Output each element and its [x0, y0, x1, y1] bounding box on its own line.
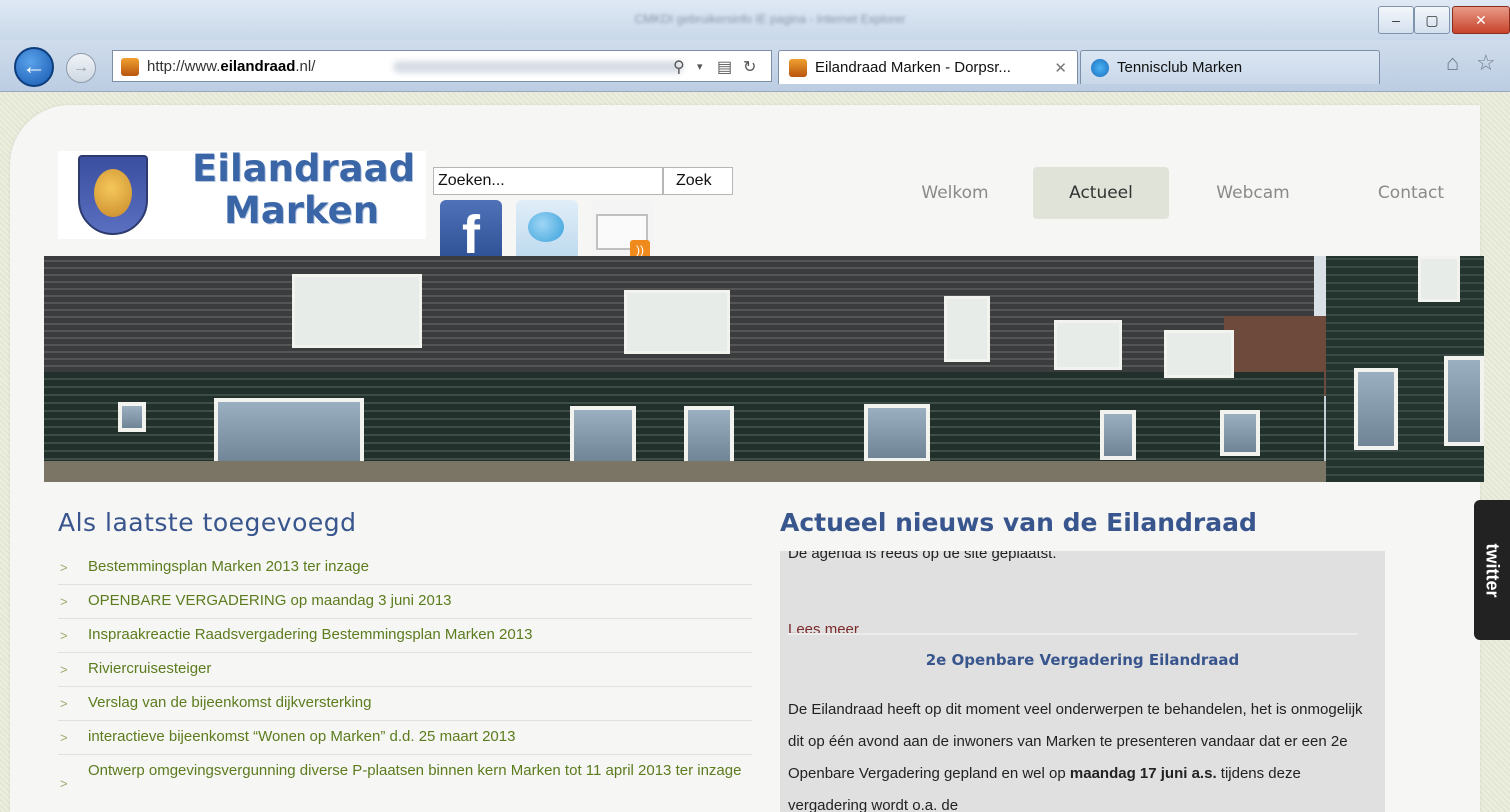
site-search-input[interactable] [433, 167, 663, 195]
nav-welkom[interactable]: Welkom [895, 167, 1015, 219]
maximize-button[interactable]: ▢ [1414, 6, 1450, 34]
divider [788, 633, 1358, 635]
close-window-button[interactable]: ✕ [1452, 6, 1510, 34]
latest-added-list: > Bestemmingsplan Marken 2013 ter inzage … [58, 551, 752, 791]
compatibility-view-icon[interactable]: ▤ [717, 57, 732, 77]
site-favicon-icon [121, 58, 139, 76]
home-icon[interactable]: ⌂ [1446, 50, 1459, 76]
address-bar[interactable]: http://www.eilandraad.nl/ ⚲ ▾ ▤ ↻ [112, 50, 772, 82]
list-item[interactable]: > interactieve bijeenkomst “Wonen op Mark… [58, 721, 752, 755]
site-logo[interactable]: Eilandraad Marken [58, 147, 426, 239]
refresh-icon[interactable]: ↻ [743, 57, 756, 77]
twitter-bird-icon[interactable] [516, 200, 578, 262]
nav-contact[interactable]: Contact [1346, 167, 1476, 219]
nav-actueel[interactable]: Actueel [1033, 167, 1169, 219]
bullet-icon: > [60, 696, 68, 711]
article-body: De Eilandraad heeft op dit moment veel o… [788, 701, 1363, 812]
bullet-icon: > [60, 730, 68, 745]
logo-title-line1: Eilandraad [192, 147, 416, 190]
news-panel: De agenda is reeds op de site geplaatst.… [780, 551, 1385, 812]
latest-added-heading: Als laatste toegevoegd [58, 508, 357, 537]
twitter-side-tab[interactable]: twitter [1474, 500, 1510, 640]
browser-navbar: ← → http://www.eilandraad.nl/ ⚲ ▾ ▤ ↻ Ei… [0, 40, 1510, 92]
list-item[interactable]: > Bestemmingsplan Marken 2013 ter inzage [58, 551, 752, 585]
bird-shape [528, 212, 564, 242]
logo-title-line2: Marken [224, 189, 380, 232]
address-url[interactable]: http://www.eilandraad.nl/ [147, 58, 315, 75]
tab-label: Tennisclub Marken [1117, 59, 1243, 76]
tab-label: Eilandraad Marken - Dorpsr... [815, 59, 1011, 76]
hero-photo [44, 256, 1484, 482]
list-item[interactable]: > Riviercruisesteiger [58, 653, 752, 687]
window-titlebar: CMKDI gebruikersinfo IE pagina - Interne… [0, 0, 1510, 40]
article-title[interactable]: 2e Openbare Vergadering Eilandraad [780, 651, 1385, 669]
tab-tennisclub[interactable]: Tennisclub Marken [1080, 50, 1380, 84]
eilandraad-favicon-icon [789, 58, 807, 77]
list-item[interactable]: > OPENBARE VERGADERING op maandag 3 juni … [58, 585, 752, 619]
dropdown-icon[interactable]: ▾ [697, 60, 703, 73]
close-tab-icon[interactable]: ✕ [1054, 59, 1067, 77]
rss-mail-icon[interactable]: )) [592, 200, 654, 262]
nav-webcam[interactable]: Webcam [1188, 167, 1318, 219]
minimize-button[interactable]: – [1378, 6, 1414, 34]
list-item[interactable]: > Verslag van de bijeenkomst dijkversterk… [58, 687, 752, 721]
tab-eilandraad[interactable]: Eilandraad Marken - Dorpsr... ✕ [778, 50, 1078, 84]
window-title: CMKDI gebruikersinfo IE pagina - Interne… [634, 12, 906, 26]
back-arrow-icon[interactable]: ← [14, 47, 54, 87]
news-cut-line: De agenda is reeds op de site geplaatst. [788, 551, 1057, 562]
crest-icon [78, 155, 148, 235]
read-more-link[interactable]: Lees meer [788, 621, 859, 638]
bullet-icon: > [60, 628, 68, 643]
search-button[interactable]: Zoek [663, 167, 733, 195]
facebook-icon[interactable]: f [440, 200, 502, 262]
forward-arrow-icon[interactable]: → [66, 53, 96, 83]
crest-face [94, 169, 132, 217]
bullet-icon: > [60, 776, 68, 791]
bullet-icon: > [60, 560, 68, 575]
bullet-icon: > [60, 662, 68, 677]
bullet-icon: > [60, 594, 68, 609]
ie-favicon-icon [1091, 58, 1109, 77]
favorites-star-icon[interactable]: ☆ [1476, 50, 1496, 76]
list-item[interactable]: > Ontwerp omgevingsvergunning diverse P-p… [58, 755, 752, 791]
list-item[interactable]: > Inspraakreactie Raadsvergadering Bestem… [58, 619, 752, 653]
blurred-address-segment [393, 61, 683, 73]
search-icon[interactable]: ⚲ [673, 57, 685, 77]
news-heading: Actueel nieuws van de Eilandraad [780, 508, 1257, 537]
